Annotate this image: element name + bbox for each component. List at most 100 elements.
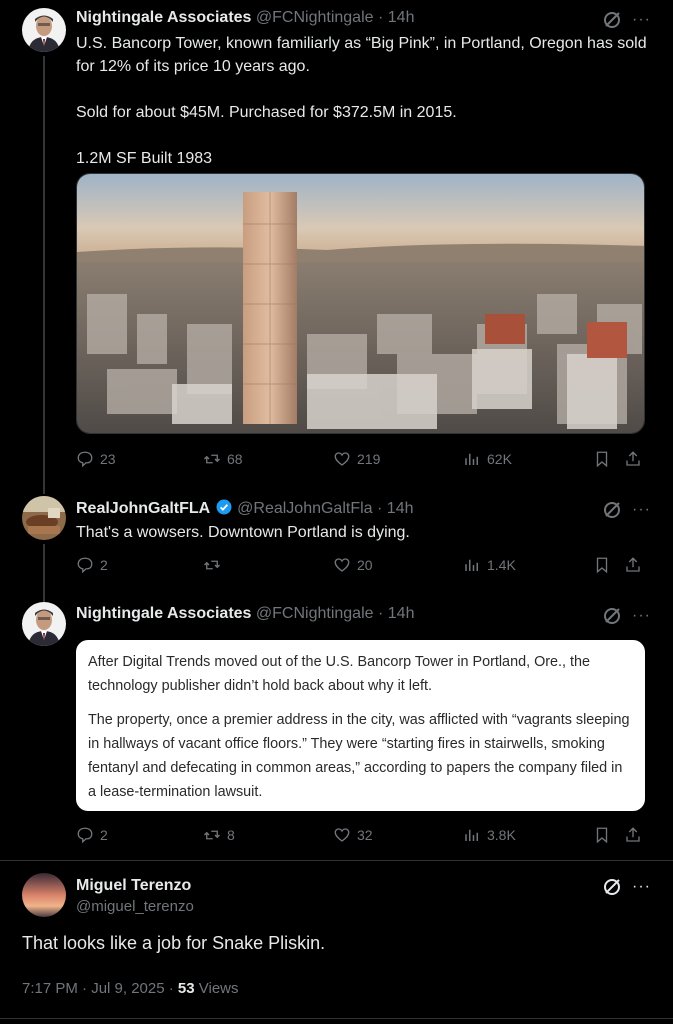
views-button[interactable]: 1.4K [463,556,516,574]
heart-icon [334,558,350,572]
reply-button[interactable]: 23 [76,450,116,468]
separator-dot: · [377,605,384,622]
views-icon [465,829,478,841]
quote-paragraph: The property, once a premier address in … [88,712,630,800]
views-count: 53 [177,980,195,997]
views-button[interactable]: 62K [463,450,512,468]
repost-icon [204,830,220,840]
quote-paragraph: After Digital Trends moved out of the U.… [88,654,591,694]
like-button[interactable]: 32 [333,826,373,844]
reply-count: 2 [100,827,108,843]
tweet-line: U.S. Bancorp Tower, known familiarly as … [76,35,647,75]
repost-count: 68 [227,451,243,467]
author-handle[interactable]: @RealJohnGaltFla [237,500,372,517]
tweet-text: That's a wowsers. Downtown Portland is d… [76,524,410,541]
grok-icon[interactable] [602,10,622,30]
tweet-top-icons: ··· [602,10,651,30]
views-count: 3.8K [487,827,516,843]
repost-icon [204,454,220,464]
repost-button[interactable] [203,556,227,574]
more-icon[interactable]: ··· [632,879,651,895]
views-label: Views [194,980,239,997]
views-icon [465,559,478,571]
tweet-1[interactable]: Nightingale Associates @FCNightingale · … [0,0,673,480]
bookmark-icon [596,827,608,844]
verified-badge-icon[interactable] [215,498,233,516]
tweet-header: Nightingale Associates @FCNightingale · … [76,8,414,28]
divider [0,1018,673,1019]
share-icon [626,557,640,572]
tweet-time[interactable]: 14h [388,9,415,26]
reply-icon [77,557,93,574]
share-button[interactable] [624,556,642,574]
tweet-meta: 7:17 PM · Jul 9, 2025 · 53 Views [22,980,239,997]
views-button[interactable]: 3.8K [463,826,516,844]
reply-button[interactable]: 2 [76,556,108,574]
grok-icon[interactable] [602,606,622,626]
like-button[interactable]: 219 [333,450,380,468]
tweet-time[interactable]: 14h [388,605,415,622]
repost-button[interactable]: 68 [203,450,243,468]
views-count: 62K [487,451,512,467]
reply-icon [77,451,93,468]
tweet-header: Miguel Terenzo [76,876,191,896]
author-name[interactable]: Nightingale Associates [76,605,251,622]
tweet-actions: 2 8 32 3.8K [76,826,646,848]
reply-button[interactable]: 2 [76,826,108,844]
bookmark-button[interactable] [593,826,611,844]
tweet-text: That looks like a job for Snake Pliskin. [22,933,326,953]
grok-icon[interactable] [602,877,622,897]
bookmark-button[interactable] [593,450,611,468]
author-handle[interactable]: @FCNightingale [256,605,374,622]
tweet-2[interactable]: RealJohnGaltFLA @RealJohnGaltFla · 14h ·… [0,480,673,590]
avatar[interactable] [22,496,66,540]
bookmark-icon [596,451,608,468]
tweet-line: Sold for about $45M. Purchased for $372.… [76,104,457,121]
author-name[interactable]: Miguel Terenzo [76,877,191,894]
author-handle[interactable]: @FCNightingale [256,9,374,26]
share-icon [626,827,640,842]
like-count: 20 [357,557,373,573]
tweet-time[interactable]: 14h [387,500,414,517]
bookmark-button[interactable] [593,556,611,574]
tweet-top-icons: ··· [602,500,651,520]
views-count: 1.4K [487,557,516,573]
tweet-photo[interactable] [76,173,645,434]
quoted-article-screenshot[interactable]: After Digital Trends moved out of the U.… [76,640,645,811]
more-icon[interactable]: ··· [632,12,651,28]
tweet-actions: 23 68 219 62K [76,450,646,472]
thread-line [43,590,45,602]
author-name[interactable]: RealJohnGaltFLA [76,500,210,517]
avatar[interactable] [22,602,66,646]
tweet-top-icons: ··· [602,606,651,626]
repost-count: 8 [227,827,235,843]
reply-count: 2 [100,557,108,573]
tweet-line: 1.2M SF Built 1983 [76,150,213,167]
repost-button[interactable]: 8 [203,826,235,844]
like-button[interactable]: 20 [333,556,373,574]
share-icon [626,451,640,466]
author-name[interactable]: Nightingale Associates [76,9,251,26]
share-button[interactable] [624,826,642,844]
separator-dot: · [377,500,383,517]
author-handle[interactable]: @miguel_terenzo [76,897,194,917]
reply-icon [77,827,93,844]
bookmark-icon [596,557,608,574]
like-count: 219 [357,451,381,467]
thread-line [43,544,45,590]
share-button[interactable] [624,450,642,468]
tweet-timestamp[interactable]: 7:17 PM · Jul 9, 2025 · [22,980,178,997]
tweet-text: U.S. Bancorp Tower, known familiarly as … [76,32,656,170]
avatar[interactable] [22,873,66,917]
tweet-top-icons: ··· [602,877,651,897]
reply-count: 23 [100,451,116,467]
separator-dot: · [377,9,384,26]
tweet-header: Nightingale Associates @FCNightingale · … [76,604,414,624]
more-icon[interactable]: ··· [632,502,651,518]
tweet-header: RealJohnGaltFLA @RealJohnGaltFla · 14h [76,498,414,519]
avatar[interactable] [22,8,66,52]
tweet-actions: 2 20 1.4K [76,556,646,578]
thread-line [43,56,45,480]
grok-icon[interactable] [602,500,622,520]
more-icon[interactable]: ··· [632,608,651,624]
